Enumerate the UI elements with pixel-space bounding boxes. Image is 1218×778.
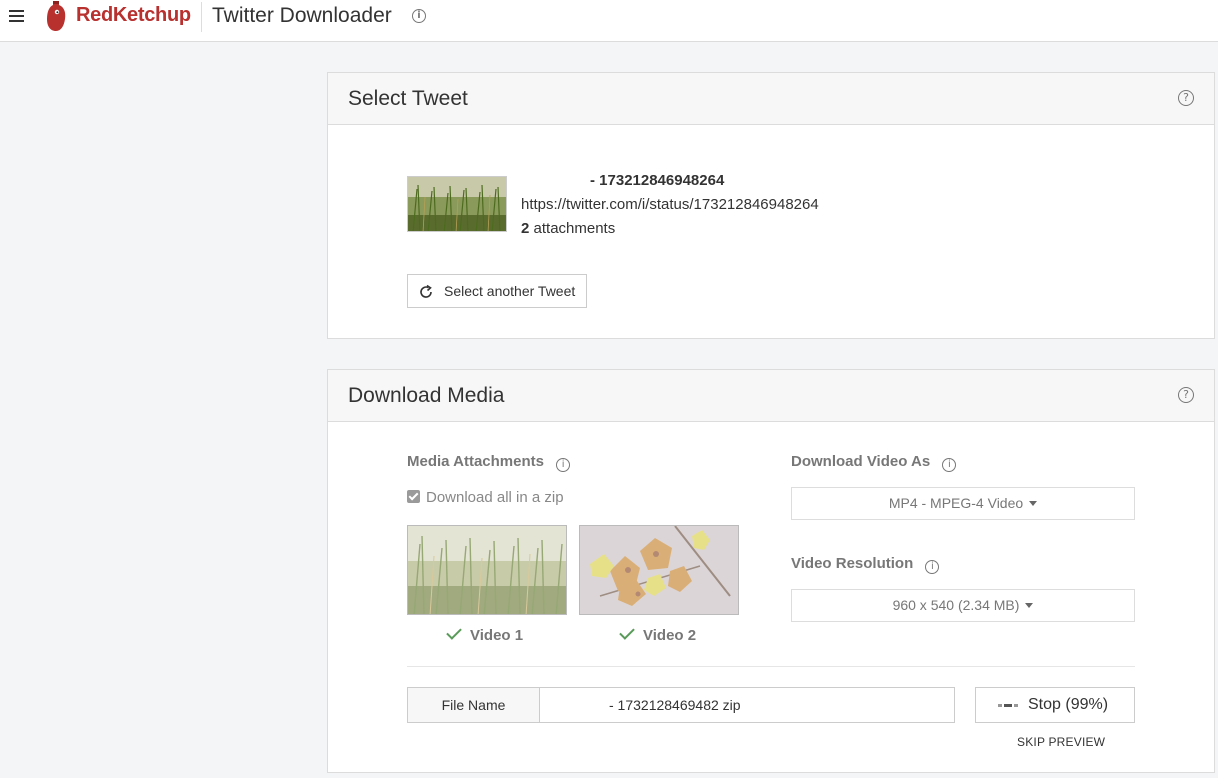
tweet-url[interactable]: https://twitter.com/i/status/17321284694… [521, 196, 819, 213]
help-icon[interactable]: ? [1178, 387, 1194, 403]
video-resolution-value: 960 x 540 (2.34 MB) [892, 597, 1020, 613]
help-icon[interactable]: ? [1178, 90, 1194, 106]
page-title: Twitter Downloader [212, 4, 392, 27]
select-another-tweet-button[interactable]: Select another Tweet [407, 274, 587, 308]
redketchup-logo-icon[interactable] [44, 0, 68, 32]
checkbox-checked-icon[interactable] [407, 490, 420, 503]
divider [407, 666, 1135, 667]
checkmark-icon [619, 624, 635, 640]
checkmark-icon [446, 624, 462, 640]
info-icon[interactable]: i [942, 458, 957, 472]
download-zip-label: Download all in a zip [426, 489, 564, 506]
refresh-icon [420, 284, 432, 298]
caret-down-icon [1025, 603, 1034, 608]
video-2-label: Video 2 [643, 627, 697, 644]
skip-preview-link[interactable]: SKIP PREVIEW [1017, 735, 1105, 749]
brand-divider [201, 2, 202, 32]
attachment-count: 2 [521, 220, 530, 237]
tweet-thumbnail [407, 176, 507, 232]
brand-name[interactable]: RedKetchup [76, 4, 191, 27]
media-attachments-label: Media Attachments [407, 453, 544, 470]
select-tweet-title: Select Tweet [348, 87, 468, 110]
download-as-heading: Download Video As i [791, 453, 957, 472]
file-name-input[interactable]: - 1732128469482 zip [539, 687, 955, 723]
attachment-label: attachments [533, 220, 616, 237]
info-icon[interactable]: i [412, 9, 426, 23]
download-media-header: Download Media ? [328, 370, 1214, 422]
video-1-label-row[interactable]: Video 1 [446, 624, 524, 644]
tweet-attachments: 2 attachments [521, 220, 615, 237]
download-as-label: Download Video As [791, 453, 931, 470]
stop-button[interactable]: Stop (99%) [975, 687, 1135, 723]
info-icon[interactable]: i [556, 458, 571, 472]
stop-label: Stop (99%) [1028, 696, 1109, 713]
download-format-select[interactable]: MP4 - MPEG-4 Video [791, 487, 1135, 520]
video-1-label: Video 1 [470, 627, 524, 644]
video-1-thumbnail[interactable] [407, 525, 567, 615]
file-name-label: File Name [407, 687, 540, 723]
video-2-thumbnail[interactable] [579, 525, 739, 615]
media-attachments-heading: Media Attachments i [407, 453, 571, 472]
tweet-id: - 173212846948264 [590, 172, 725, 189]
download-media-title: Download Media [348, 384, 505, 407]
video-2-label-row[interactable]: Video 2 [619, 624, 697, 644]
hamburger-menu-icon[interactable] [9, 10, 24, 23]
video-resolution-heading: Video Resolution i [791, 555, 940, 574]
video-resolution-label: Video Resolution [791, 555, 914, 572]
progress-spinner-icon [998, 704, 1018, 707]
select-another-tweet-label: Select another Tweet [444, 283, 576, 299]
caret-down-icon [1029, 501, 1038, 506]
download-zip-checkbox[interactable]: Download all in a zip [407, 489, 564, 506]
select-tweet-header: Select Tweet ? [328, 73, 1214, 125]
download-media-panel: Download Media ? Media Attachments i Dow… [327, 369, 1215, 773]
select-tweet-panel: Select Tweet ? - 173212846948264 https:/… [327, 72, 1215, 339]
info-icon[interactable]: i [925, 560, 940, 574]
video-resolution-select[interactable]: 960 x 540 (2.34 MB) [791, 589, 1135, 622]
top-bar: RedKetchup Twitter Downloader i [0, 0, 1218, 42]
download-format-value: MP4 - MPEG-4 Video [888, 495, 1024, 511]
